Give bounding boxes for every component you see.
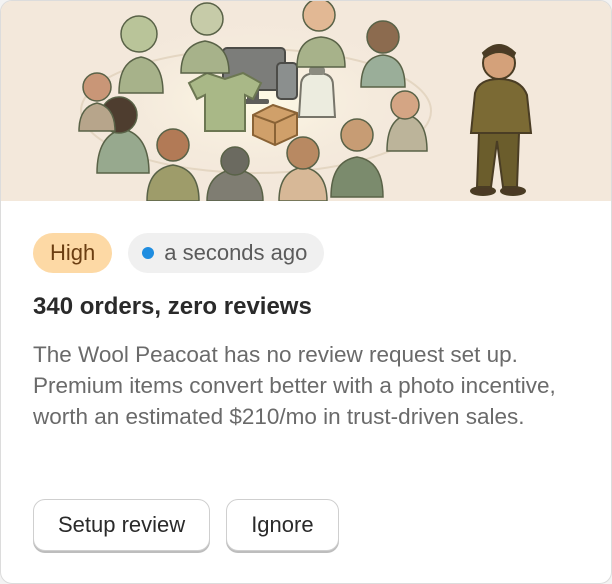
- meta-row: High a seconds ago: [33, 233, 325, 273]
- ignore-button[interactable]: Ignore: [226, 499, 339, 551]
- status-dot-icon: [142, 247, 155, 259]
- insight-description: The Wool Peacoat has no review request s…: [33, 342, 556, 429]
- timestamp-label: a seconds ago: [164, 240, 308, 265]
- timestamp-badge: a seconds ago: [128, 233, 325, 273]
- phone-icon: [276, 62, 298, 100]
- insight-card: High a seconds ago 340 orders, zero revi…: [0, 0, 612, 584]
- priority-badge: High: [33, 233, 113, 273]
- insight-title: 340 orders, zero reviews: [33, 293, 312, 320]
- box-icon: [252, 103, 298, 147]
- setup-review-button[interactable]: Setup review: [33, 499, 211, 551]
- action-row: Setup review Ignore: [33, 499, 339, 551]
- hero-illustration: [1, 1, 611, 201]
